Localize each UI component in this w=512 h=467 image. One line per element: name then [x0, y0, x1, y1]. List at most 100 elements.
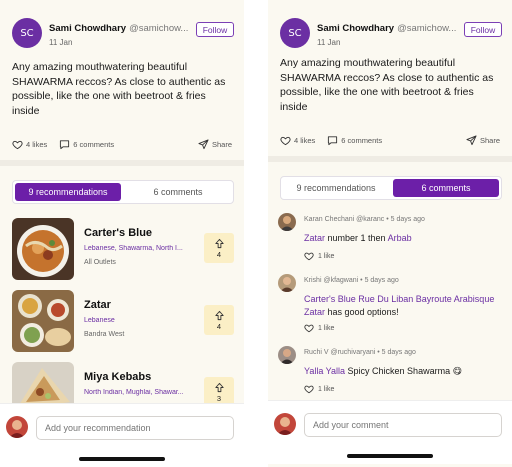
- comment-like-button[interactable]: 1 like: [304, 384, 334, 394]
- current-user-avatar: [274, 413, 296, 435]
- heart-icon: [12, 140, 23, 149]
- author-name: Sami Chowdhary: [49, 23, 127, 34]
- likes-count: 4 likes: [294, 135, 316, 145]
- comments-button[interactable]: 6 comments: [327, 135, 382, 146]
- section-divider: [268, 156, 512, 162]
- paper-plane-icon: [198, 138, 209, 149]
- post-body: Any amazing mouthwatering beautiful SHAW…: [12, 61, 226, 117]
- author-handle: @samichow...: [397, 23, 457, 34]
- recommendation-item[interactable]: Zatar Lebanese Bandra West 4: [12, 290, 234, 352]
- comment-meta: Ruchi V @ruchivaryani • 5 days ago: [304, 349, 416, 356]
- comment-meta: Krishi @kfagwani • 5 days ago: [304, 277, 399, 284]
- comment-like-button[interactable]: 1 like: [304, 251, 334, 261]
- share-button[interactable]: Share: [198, 138, 232, 150]
- comment-like-button[interactable]: 1 like: [304, 323, 334, 333]
- speech-bubble-icon: [60, 139, 70, 149]
- commenter-handle: @kfagwani: [323, 277, 359, 284]
- comments-screen: SC Sami Chowdhary @samichow... 11 Jan Fol…: [268, 0, 512, 467]
- restaurant-photo: [12, 290, 74, 352]
- cuisine-tags: Lebanese, Shawarma, North I...: [84, 245, 183, 252]
- tab-bar: 9 recommendations 6 comments: [280, 176, 502, 200]
- meta-separator: •: [360, 277, 363, 284]
- heart-icon: [304, 385, 314, 394]
- restaurant-location: Bandra West: [84, 331, 125, 338]
- comment-text: Carter's Blue Rue Du Liban Bayroute Arab…: [304, 293, 498, 318]
- comment-plain-text: Spicy Chicken Shawarma 😋: [345, 366, 462, 376]
- vote-count: 4: [216, 321, 222, 331]
- tab-recommendations[interactable]: 9 recommendations: [15, 183, 121, 201]
- upvote-button[interactable]: 4: [204, 233, 234, 263]
- place-link[interactable]: Zatar: [304, 233, 325, 243]
- heart-icon: [304, 324, 314, 333]
- comment-item: Ruchi V @ruchivaryani • 5 days ago Yalla…: [278, 346, 502, 400]
- author-handle: @samichow...: [129, 23, 189, 34]
- cuisine-tags: North Indian, Mughlai, Shawar...: [84, 389, 184, 396]
- commenter-handle: @ruchivaryani: [330, 349, 376, 356]
- author-line[interactable]: Sami Chowdhary @samichow...: [49, 23, 188, 34]
- commenter-avatar[interactable]: [278, 213, 296, 231]
- commenter-name: Ruchi V: [304, 349, 329, 356]
- heart-icon: [304, 252, 314, 261]
- commenter-handle: @karanc: [356, 216, 385, 223]
- comments-button[interactable]: 6 comments: [59, 139, 114, 150]
- recommendation-item[interactable]: Carter's Blue Lebanese, Shawarma, North …: [12, 218, 234, 280]
- comment-plain-text: has good options!: [325, 306, 399, 317]
- recommendation-input[interactable]: [36, 416, 234, 440]
- comment-text: Zatar number 1 then Arbab: [304, 232, 498, 245]
- restaurant-name: Zatar: [84, 299, 111, 311]
- meta-separator: •: [386, 216, 389, 223]
- like-button[interactable]: 4 likes: [12, 139, 47, 150]
- share-label: Share: [211, 139, 232, 149]
- author-name: Sami Chowdhary: [317, 23, 395, 34]
- comment-likes: 1 like: [318, 385, 335, 393]
- post-body: Any amazing mouthwatering beautiful SHAW…: [280, 57, 494, 113]
- share-button[interactable]: Share: [466, 134, 500, 146]
- post-date: 11 Jan: [49, 38, 73, 47]
- comment-meta: Karan Chechani @karanc • 5 days ago: [304, 216, 425, 223]
- comment-input[interactable]: [304, 413, 502, 437]
- place-link[interactable]: Yalla Yalla: [304, 366, 345, 376]
- comment-time: 5 days ago: [381, 349, 416, 356]
- like-button[interactable]: 4 likes: [280, 135, 315, 146]
- author-line[interactable]: Sami Chowdhary @samichow...: [317, 23, 456, 34]
- upvote-button[interactable]: 4: [204, 305, 234, 335]
- follow-button[interactable]: Follow: [464, 22, 502, 37]
- post-actions: 4 likes 6 comments Share: [280, 133, 500, 147]
- follow-button[interactable]: Follow: [196, 22, 234, 37]
- comment-plain-text: number 1 then: [325, 233, 388, 243]
- share-label: Share: [479, 135, 500, 145]
- meta-separator: •: [377, 349, 380, 356]
- tab-recommendations[interactable]: 9 recommendations: [283, 179, 389, 197]
- tab-bar: 9 recommendations 6 comments: [12, 180, 234, 204]
- comment-item: Karan Chechani @karanc • 5 days ago Zata…: [278, 213, 502, 267]
- tab-comments[interactable]: 6 comments: [393, 179, 499, 197]
- restaurant-name: Miya Kebabs: [84, 371, 152, 383]
- comment-time: 5 days ago: [364, 277, 399, 284]
- home-indicator: [79, 457, 165, 461]
- post-header: SC Sami Chowdhary @samichow... 11 Jan Fol…: [280, 18, 502, 50]
- arrow-up-icon: [214, 310, 224, 320]
- post-header: SC Sami Chowdhary @samichow... 11 Jan Fol…: [12, 18, 234, 50]
- paper-plane-icon: [466, 134, 477, 145]
- commenter-avatar[interactable]: [278, 274, 296, 292]
- author-avatar[interactable]: SC: [12, 18, 42, 48]
- place-link[interactable]: Arbab: [388, 233, 412, 243]
- compose-bar: [268, 400, 512, 464]
- vote-count: 4: [216, 249, 222, 259]
- comment-time: 5 days ago: [390, 216, 425, 223]
- restaurant-name: Carter's Blue: [84, 227, 153, 239]
- commenter-name: Krishi: [304, 277, 322, 284]
- tab-comments[interactable]: 6 comments: [125, 183, 231, 201]
- compose-bar: [0, 403, 244, 467]
- commenter-name: Karan Chechani: [304, 216, 355, 223]
- arrow-up-icon: [214, 382, 224, 392]
- comment-likes: 1 like: [318, 252, 335, 260]
- restaurant-photo: [12, 218, 74, 280]
- section-divider: [0, 160, 244, 166]
- heart-icon: [280, 136, 291, 145]
- author-avatar[interactable]: SC: [280, 18, 310, 48]
- commenter-avatar[interactable]: [278, 346, 296, 364]
- comments-count: 6 comments: [341, 135, 383, 145]
- cuisine-tags: Lebanese: [84, 317, 115, 324]
- post-date: 11 Jan: [317, 38, 341, 47]
